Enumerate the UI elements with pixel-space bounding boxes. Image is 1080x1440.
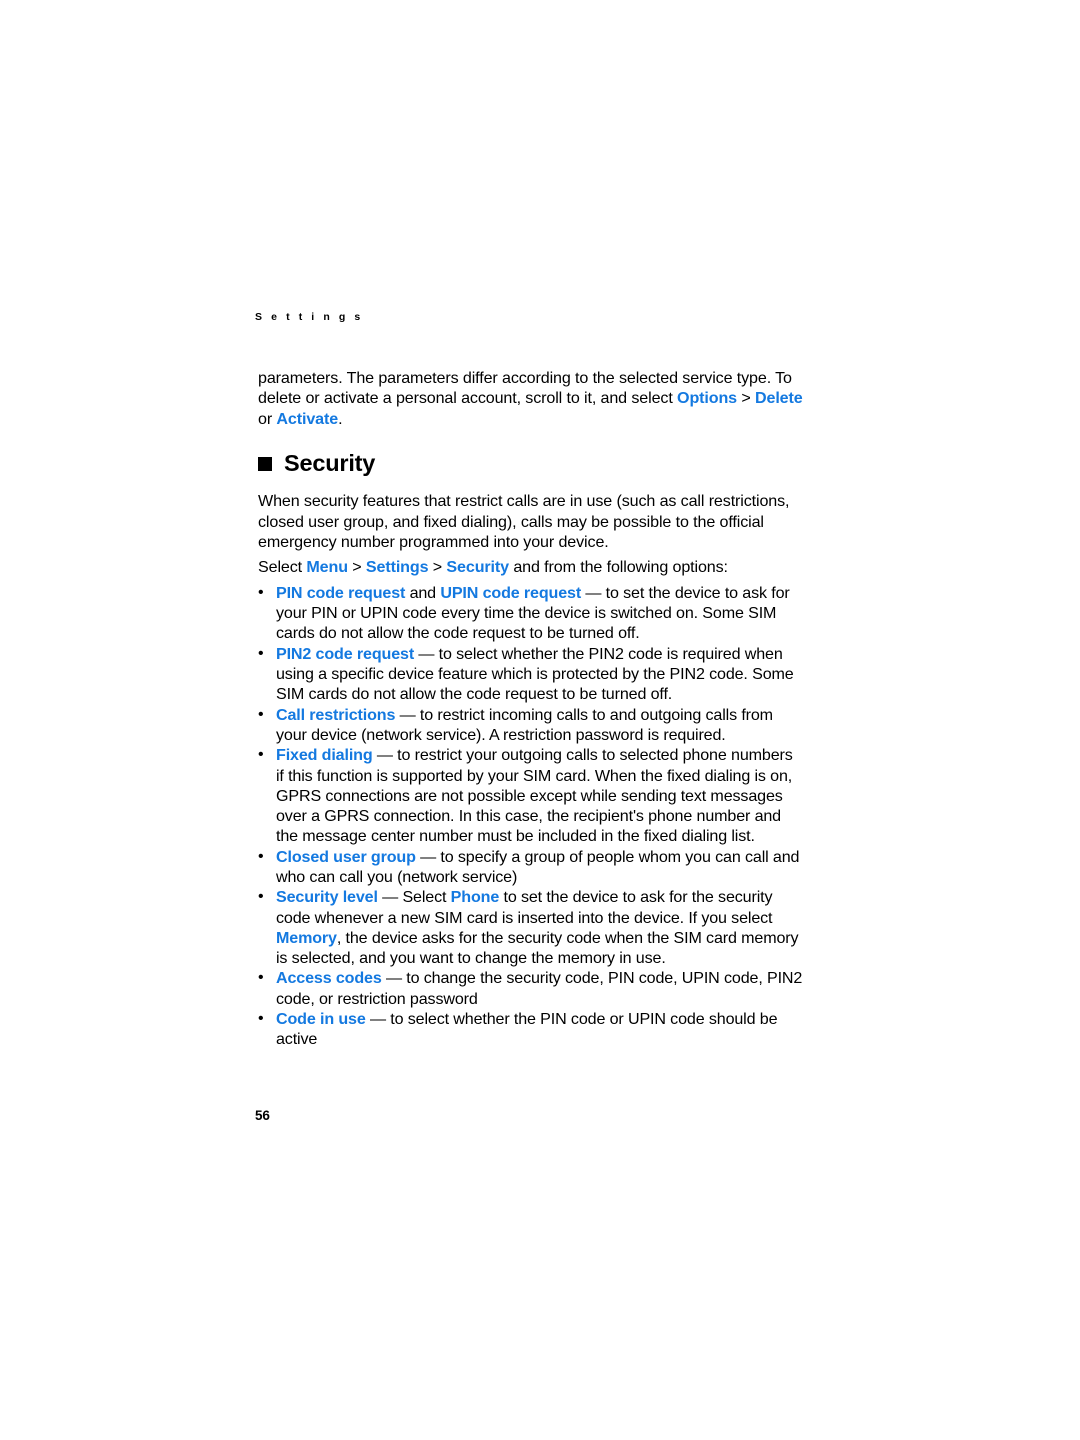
option-term: Security level <box>276 888 378 907</box>
list-item: • Code in use — to select whether the PIN… <box>258 1009 804 1050</box>
list-item: • Security level — Select Phone to set th… <box>258 887 804 968</box>
path-suffix: and from the following options: <box>508 558 728 577</box>
or-conjunction: or <box>258 409 277 428</box>
delete-term: Delete <box>754 389 803 408</box>
options-term: Options <box>677 389 737 408</box>
list-item: • Access codes — to change the security c… <box>258 968 804 1009</box>
bullet-dot-icon: • <box>258 746 264 764</box>
bullet-dot-icon: • <box>258 847 264 865</box>
section-heading-security: Security <box>258 450 804 476</box>
bullet-dot-icon: • <box>258 888 264 906</box>
section-intro-paragraph: When security features that restrict cal… <box>258 492 790 552</box>
running-head: S e t t i n g s <box>255 311 364 323</box>
option-term: Access codes <box>276 969 382 988</box>
option-term: PIN code request <box>276 583 406 602</box>
option-description-c: , the device asks for the security code … <box>276 928 799 968</box>
square-bullet-icon <box>258 457 272 472</box>
option-term: Code in use <box>276 1010 366 1029</box>
page-number: 56 <box>255 1108 270 1123</box>
list-item: • PIN code request and UPIN code request … <box>258 583 804 644</box>
security-options-list: • PIN code request and UPIN code request … <box>258 583 804 1050</box>
path-settings-term: Settings <box>365 558 429 577</box>
path-menu-term: Menu <box>306 558 348 577</box>
intro-paragraph: parameters. The parameters differ accord… <box>258 368 804 429</box>
page-content: parameters. The parameters differ accord… <box>258 368 804 1050</box>
activate-term: Activate <box>276 409 339 428</box>
option-conjunction: and <box>405 583 441 602</box>
bullet-dot-icon: • <box>258 1010 264 1028</box>
list-item: • Closed user group — to specify a group … <box>258 847 804 888</box>
option-inline-term-memory: Memory <box>276 928 337 947</box>
bullet-dot-icon: • <box>258 969 264 987</box>
document-page: S e t t i n g s parameters. The paramete… <box>0 0 1080 1440</box>
path-security-term: Security <box>446 558 509 577</box>
bullet-dot-icon: • <box>258 583 264 601</box>
section-title: Security <box>284 450 376 477</box>
list-item: • Fixed dialing — to restrict your outgoi… <box>258 745 804 846</box>
intro-line-2-prefix: delete or activate a personal account, s… <box>258 389 678 408</box>
path-prefix: Select <box>258 558 307 577</box>
option-term: Fixed dialing <box>276 746 373 765</box>
option-term: PIN2 code request <box>276 644 415 663</box>
path-separator-1: > <box>347 558 366 577</box>
option-term: Call restrictions <box>276 705 396 724</box>
bullet-dot-icon: • <box>258 644 264 662</box>
intro-line-1: parameters. The parameters differ accord… <box>258 369 792 387</box>
list-item: • Call restrictions — to restrict incomin… <box>258 705 804 746</box>
list-item: • PIN2 code request — to select whether t… <box>258 644 804 705</box>
chevron-separator: > <box>737 389 755 408</box>
option-description-a: — Select <box>377 888 451 907</box>
bullet-dot-icon: • <box>258 705 264 723</box>
navigation-path-line: Select Menu > Settings > Security and fr… <box>258 557 804 577</box>
option-inline-term-phone: Phone <box>450 888 500 907</box>
option-term-secondary: UPIN code request <box>440 583 582 602</box>
option-term: Closed user group <box>276 847 416 866</box>
path-separator-2: > <box>428 558 447 577</box>
intro-period: . <box>338 409 343 428</box>
